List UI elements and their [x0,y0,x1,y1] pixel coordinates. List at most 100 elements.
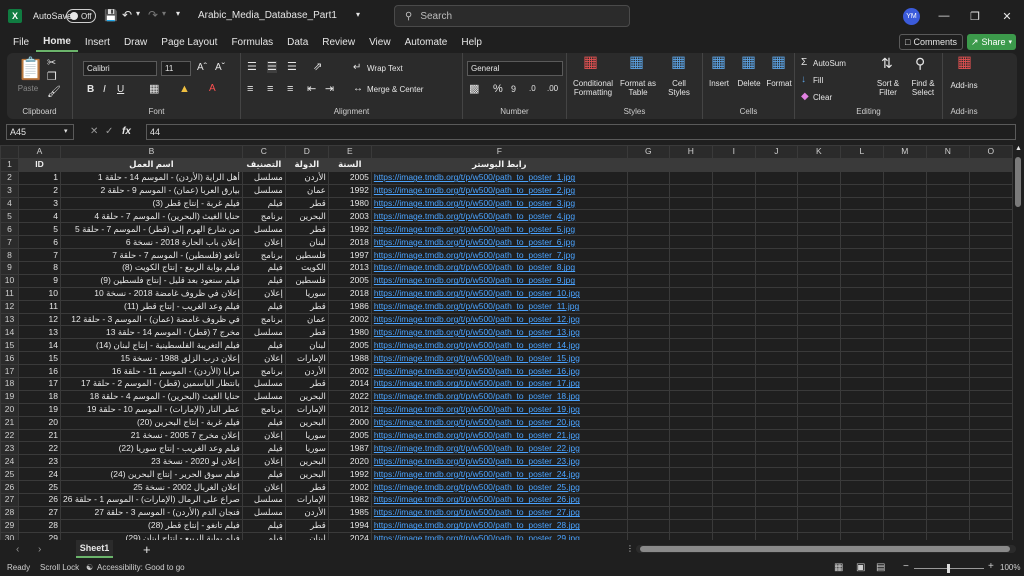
cell-b[interactable]: اسم العمل [60,157,243,172]
empty-cell[interactable] [796,209,841,224]
cell-e[interactable]: 1992 [327,183,372,198]
cell-a[interactable]: 12 [18,312,61,327]
empty-cell[interactable] [968,415,1013,430]
cell-b[interactable]: فيلم سنعود بعد قليل - إنتاج فلسطين (9) [60,273,243,288]
empty-cell[interactable] [925,235,970,250]
cell-e[interactable]: 2018 [327,235,372,250]
empty-cell[interactable] [626,299,670,314]
cell-f[interactable]: https://image.tmdb.org/t/p/w500/path_to_… [370,222,628,237]
cell-f[interactable]: https://image.tmdb.org/t/p/w500/path_to_… [370,467,628,482]
borders-icon[interactable]: ▦ [149,83,159,95]
page-break-view-icon[interactable]: ▤ [876,562,885,573]
cell-d[interactable]: سوريا [284,428,329,443]
accessibility-icon[interactable]: ☯ [86,563,93,572]
empty-cell[interactable] [711,273,756,288]
search-box[interactable]: ⚲ Search [394,5,630,27]
empty-cell[interactable] [925,364,970,379]
empty-cell[interactable] [711,493,756,507]
cell-d[interactable]: قطر [284,196,329,211]
empty-cell[interactable] [925,467,970,482]
empty-cell[interactable] [925,454,970,469]
cell-e[interactable]: 2002 [327,364,372,379]
cell-d[interactable]: سوريا [284,286,329,301]
row-header[interactable]: 11 [0,286,19,301]
empty-cell[interactable] [882,196,927,211]
cell-a[interactable]: 24 [18,467,61,482]
empty-cell[interactable] [796,402,841,417]
undo-dropdown-icon[interactable]: ▾ [136,9,140,18]
empty-cell[interactable] [754,157,798,172]
empty-cell[interactable] [754,261,798,275]
empty-cell[interactable] [925,377,970,391]
empty-cell[interactable] [839,248,884,263]
close-icon[interactable]: ✕ [990,0,1024,32]
empty-cell[interactable] [668,235,713,250]
number-format-select[interactable]: General [467,61,563,76]
empty-cell[interactable] [626,415,670,430]
cell-e[interactable]: 2013 [327,261,372,275]
empty-cell[interactable] [882,235,927,250]
cell-f[interactable]: https://image.tmdb.org/t/p/w500/path_to_… [370,441,628,456]
namebox-dropdown-icon[interactable]: ▾ [64,127,68,135]
align-right-icon[interactable]: ≡ [287,83,293,95]
empty-cell[interactable] [839,157,884,172]
empty-cell[interactable] [711,209,756,224]
empty-cell[interactable] [796,518,841,533]
row-header[interactable]: 10 [0,273,19,288]
align-left-icon[interactable]: ≡ [247,83,253,95]
cell-c[interactable]: مسلسل [241,493,286,507]
cell-f[interactable]: https://image.tmdb.org/t/p/w500/path_to_… [370,312,628,327]
cell-d[interactable]: الكويت [284,261,329,275]
cell-e[interactable]: 2005 [327,428,372,443]
cell-a[interactable]: 26 [18,493,61,507]
empty-cell[interactable] [754,531,798,540]
empty-cell[interactable] [925,338,970,353]
empty-cell[interactable] [626,480,670,495]
empty-cell[interactable] [882,467,927,482]
empty-cell[interactable] [796,286,841,301]
empty-cell[interactable] [796,377,841,391]
underline-icon[interactable]: U [117,84,124,96]
delete-cells-button[interactable]: Delete [735,79,763,88]
empty-cell[interactable] [882,402,927,417]
empty-cell[interactable] [754,351,798,366]
empty-cell[interactable] [754,325,798,340]
empty-cell[interactable] [882,286,927,301]
cell-a[interactable]: 20 [18,415,61,430]
cell-e[interactable]: 1992 [327,222,372,237]
column-header-h[interactable]: H [668,145,713,159]
empty-cell[interactable] [796,441,841,456]
empty-cell[interactable] [754,441,798,456]
cell-b[interactable]: عطر النار (الإمارات) - الموسم 10 - حلقة … [60,402,243,417]
empty-cell[interactable] [925,428,970,443]
empty-cell[interactable] [796,222,841,237]
insert-function-icon[interactable]: fx [122,126,131,137]
empty-cell[interactable] [796,196,841,211]
tab-review[interactable]: Review [315,33,362,52]
empty-cell[interactable] [754,273,798,288]
column-header-c[interactable]: C [241,145,286,159]
cell-b[interactable]: فيلم غربة - إنتاج البحرين (20) [60,415,243,430]
empty-cell[interactable] [968,493,1013,507]
cell-f[interactable]: https://image.tmdb.org/t/p/w500/path_to_… [370,454,628,469]
empty-cell[interactable] [968,402,1013,417]
cell-a[interactable]: 6 [18,235,61,250]
format-painter-icon[interactable]: 🖌 [47,86,61,98]
empty-cell[interactable] [711,286,756,301]
empty-cell[interactable] [968,428,1013,443]
cell-c[interactable]: مسلسل [241,222,286,237]
tab-file[interactable]: File [6,33,36,52]
wrap-text-icon[interactable]: ↵ [353,62,361,74]
font-color-icon[interactable]: A [209,83,216,95]
cell-d[interactable]: الأردن [284,505,329,520]
addins-icon[interactable]: ▦ [957,55,972,71]
empty-cell[interactable] [754,493,798,507]
cell-c[interactable]: إعلان [241,286,286,301]
empty-cell[interactable] [796,428,841,443]
empty-cell[interactable] [754,518,798,533]
empty-cell[interactable] [796,454,841,469]
empty-cell[interactable] [626,183,670,198]
empty-cell[interactable] [711,261,756,275]
empty-cell[interactable] [968,209,1013,224]
cell-a[interactable]: 22 [18,441,61,456]
